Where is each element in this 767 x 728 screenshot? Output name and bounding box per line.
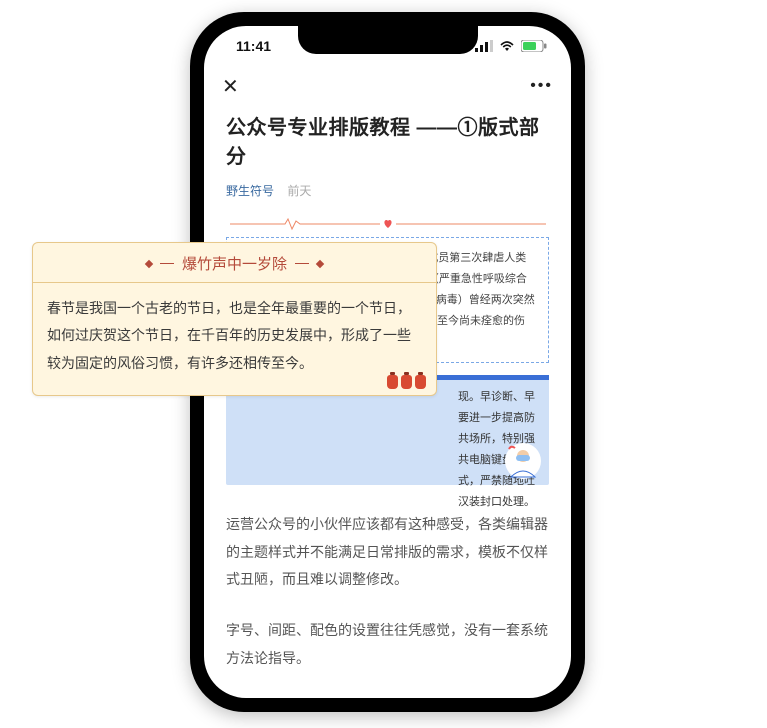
nav-bar: ✕ •••	[204, 66, 571, 106]
status-icons	[475, 40, 547, 52]
close-icon[interactable]: ✕	[222, 74, 239, 99]
byline: 野生符号 前天	[226, 182, 549, 199]
overlay-title: 爆竹声中一岁除	[182, 253, 287, 274]
fragment-line: 现。早诊断、早	[458, 387, 535, 408]
lantern-icon	[415, 375, 426, 389]
ornament-diamond-left	[145, 259, 153, 267]
heartbeat-divider	[226, 217, 549, 231]
overlay-title-bar: 爆竹声中一岁除	[33, 243, 436, 283]
lantern-icon	[387, 375, 398, 389]
doctor-icon	[505, 443, 541, 479]
more-icon[interactable]: •••	[530, 77, 553, 95]
ornament-dash-right	[295, 263, 309, 264]
publish-date: 前天	[287, 184, 311, 198]
paragraph-3: 只有学习一些专业的排版知识，才能避免千篇一律套模板，做出好看实用的公众号图文。	[226, 696, 549, 698]
status-time: 11:41	[236, 38, 271, 54]
fragment-line: 汉装封口处理。	[458, 492, 535, 513]
heart-icon	[382, 218, 394, 230]
author-name[interactable]: 野生符号	[226, 184, 274, 198]
wifi-icon	[499, 40, 515, 52]
notch	[298, 26, 478, 54]
overlay-body: 春节是我国一个古老的节日，也是全年最重要的一个节日，如何过庆贺这个节日，在千百年…	[33, 283, 436, 395]
ornament-dash-left	[160, 263, 174, 264]
signal-icon	[475, 40, 493, 52]
lantern-icon	[401, 375, 412, 389]
fragment-line: 要进一步提高防	[458, 408, 535, 429]
page-title: 公众号专业排版教程 ——①版式部分	[226, 114, 549, 172]
ornament-diamond-right	[316, 259, 324, 267]
lantern-icons	[387, 375, 426, 389]
battery-icon	[521, 40, 547, 52]
paragraph-2: 字号、间距、配色的设置往往凭感觉，没有一套系统方法论指导。	[226, 617, 549, 672]
paragraph-1: 运营公众号的小伙伴应该都有这种感受，各类编辑器的主题样式并不能满足日常排版的需求…	[226, 511, 549, 593]
overlay-card: 爆竹声中一岁除 春节是我国一个古老的节日，也是全年最重要的一个节日，如何过庆贺这…	[32, 242, 437, 396]
article-body: 公众号专业排版教程 ——①版式部分 野生符号 前天 这已经是21世纪以来，冠状病…	[204, 106, 571, 698]
